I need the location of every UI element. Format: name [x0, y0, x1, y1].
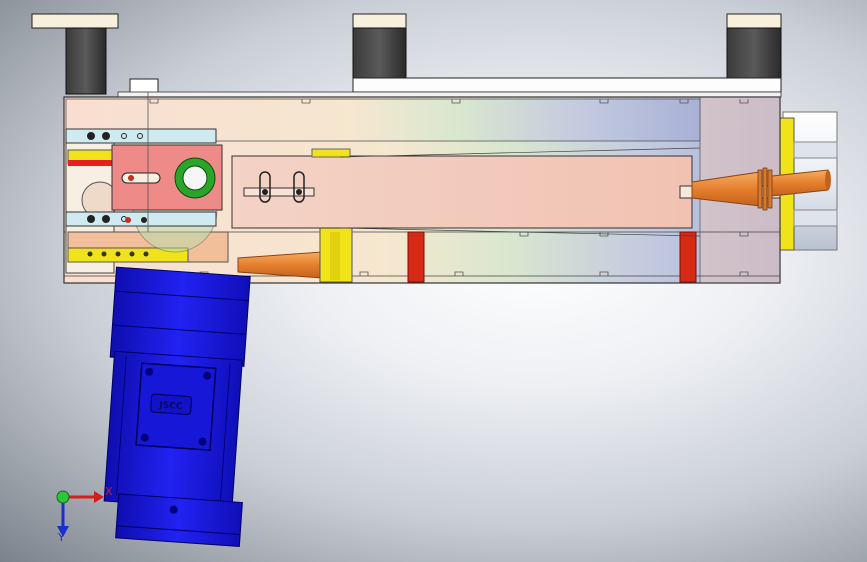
view-triad[interactable]: X Y [56, 485, 113, 544]
triad-x-label: X [105, 485, 113, 498]
motor-label: JSCC [158, 400, 183, 412]
slide-arm [231, 147, 701, 237]
motor: JSCC [103, 266, 251, 547]
top-plate [117, 77, 782, 98]
cad-viewport[interactable]: JSCC X Y [0, 0, 867, 562]
triad-y-label: Y [57, 531, 65, 544]
cad-scene: JSCC X Y [31, 13, 838, 547]
triad-z-axis-icon [56, 490, 70, 504]
